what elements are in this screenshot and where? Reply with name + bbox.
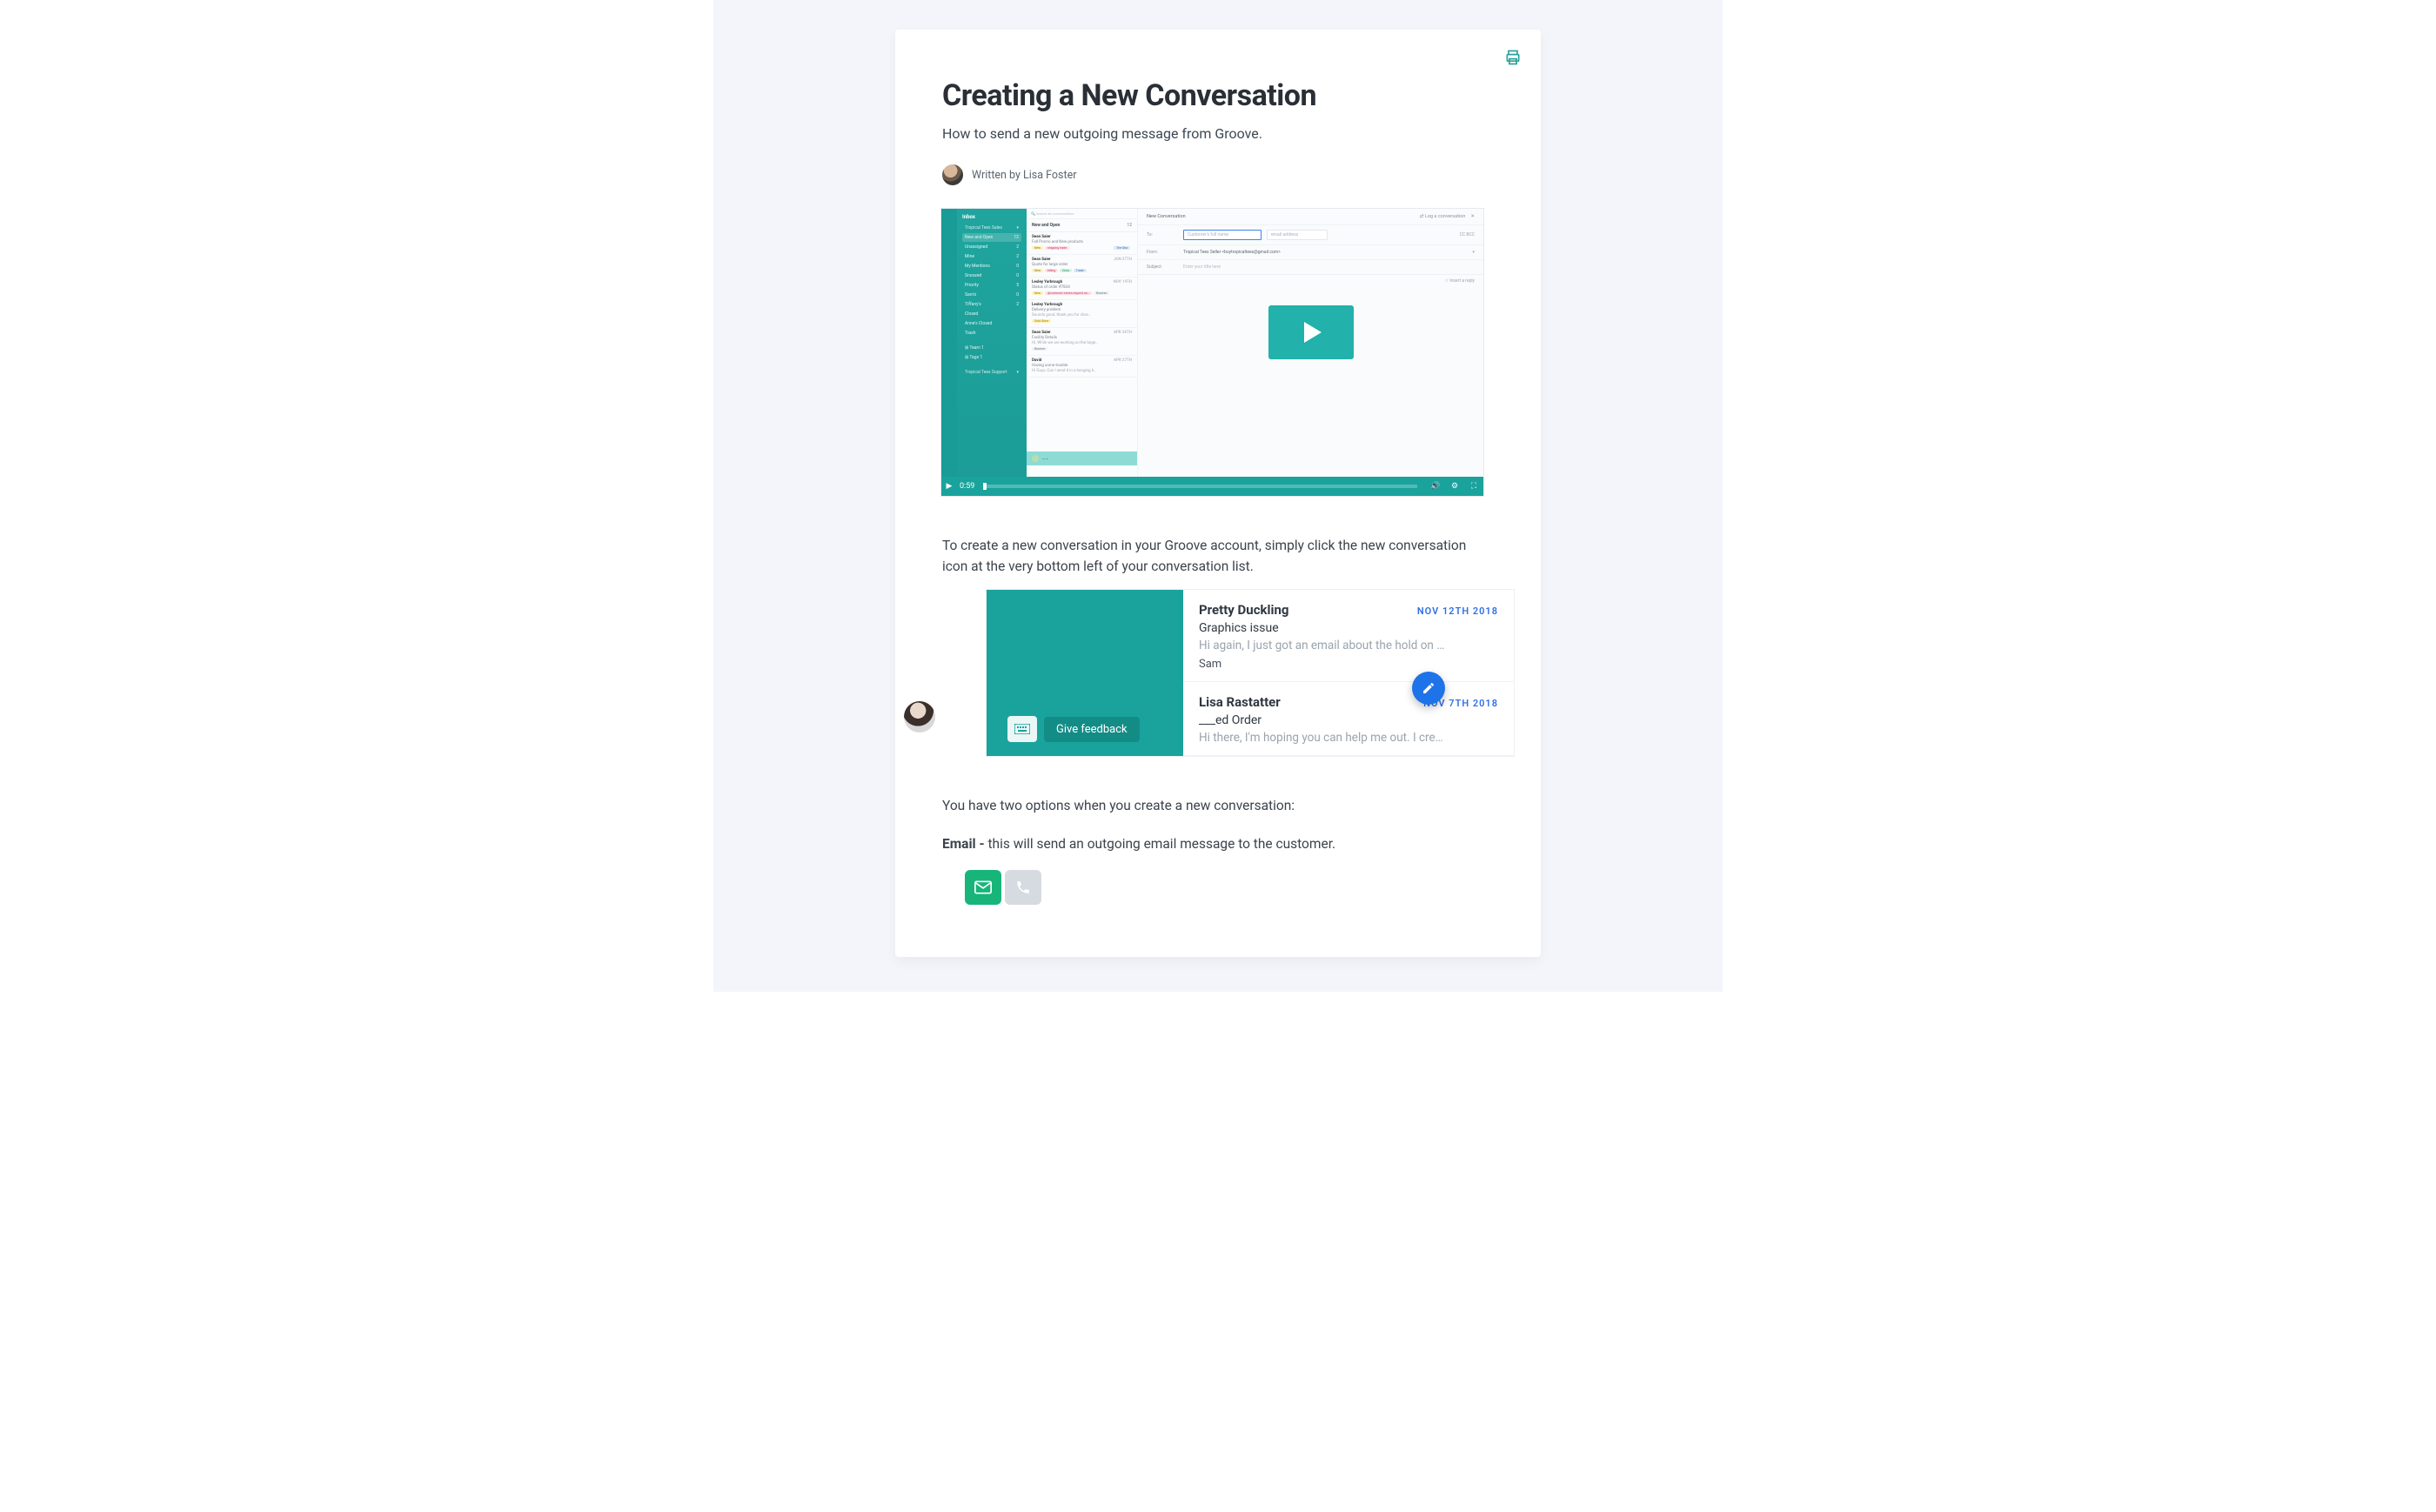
list-footer: — — bbox=[1027, 452, 1137, 465]
to-name-input[interactable]: Customer's full name bbox=[1183, 230, 1262, 240]
side-avatar bbox=[904, 701, 935, 733]
print-button[interactable] bbox=[1504, 49, 1522, 66]
close-icon[interactable]: ✕ bbox=[1470, 214, 1475, 219]
to-email-input[interactable]: email address bbox=[1267, 230, 1328, 240]
play-button[interactable] bbox=[1268, 305, 1354, 359]
settings-icon[interactable]: ⚙ bbox=[1445, 482, 1464, 491]
author-byline: Written by Lisa Foster bbox=[972, 169, 1076, 182]
new-conversation-fab[interactable] bbox=[1412, 672, 1445, 705]
video-scrubber[interactable] bbox=[983, 485, 1417, 488]
volume-icon[interactable]: 🔊 bbox=[1426, 482, 1445, 491]
log-conversation-link[interactable]: ⇄ Log a conversation bbox=[1420, 214, 1466, 219]
app-sidebar: Inbox Tropical Tees Sales▾ New and Open1… bbox=[957, 209, 1027, 477]
chevron-down-icon[interactable]: ▾ bbox=[1472, 250, 1475, 255]
article-card: Creating a New Conversation How to send … bbox=[895, 30, 1541, 957]
compose-pane: New Conversation ⇄ Log a conversation✕ T… bbox=[1138, 209, 1483, 477]
conversation-list: 🔍 Search all conversations New and Open … bbox=[1027, 209, 1138, 477]
page-shell: Creating a New Conversation How to send … bbox=[713, 0, 1723, 992]
fullscreen-icon[interactable]: ⛶ bbox=[1464, 482, 1483, 491]
app-rail bbox=[941, 209, 957, 477]
channel-toggle bbox=[965, 870, 1494, 905]
subject-input[interactable]: Enter your title here bbox=[1183, 264, 1221, 270]
give-feedback-button[interactable]: Give feedback bbox=[1044, 717, 1140, 742]
phone-channel-button[interactable] bbox=[1005, 870, 1041, 905]
options-paragraph: You have two options when you create a n… bbox=[942, 795, 1494, 816]
conversation-row[interactable]: Pretty DucklingNOV 12TH 2018Graphics iss… bbox=[1183, 590, 1514, 682]
video-controls[interactable]: ▶ 0:59 🔊 ⚙ ⛶ bbox=[941, 477, 1483, 496]
email-channel-button[interactable] bbox=[965, 870, 1001, 905]
article-subtitle: How to send a new outgoing message from … bbox=[942, 125, 1494, 142]
author-row: Written by Lisa Foster bbox=[942, 164, 1494, 185]
email-option-paragraph: Email - this will send an outgoing email… bbox=[942, 833, 1494, 854]
play-icon[interactable]: ▶ bbox=[941, 482, 957, 491]
compose-title: New Conversation bbox=[1147, 214, 1186, 219]
keyboard-icon[interactable] bbox=[1007, 716, 1037, 742]
intro-paragraph: To create a new conversation in your Gro… bbox=[942, 535, 1494, 577]
search-icon: 🔍 bbox=[1031, 211, 1035, 216]
conversation-row[interactable]: Lisa RastatterNOV 7TH 2018___ed OrderHi … bbox=[1183, 682, 1514, 756]
video-time: 0:59 bbox=[957, 482, 974, 491]
video-hero[interactable]: Inbox Tropical Tees Sales▾ New and Open1… bbox=[940, 208, 1484, 497]
author-avatar bbox=[942, 164, 963, 185]
article-title: Creating a New Conversation bbox=[942, 78, 1494, 113]
